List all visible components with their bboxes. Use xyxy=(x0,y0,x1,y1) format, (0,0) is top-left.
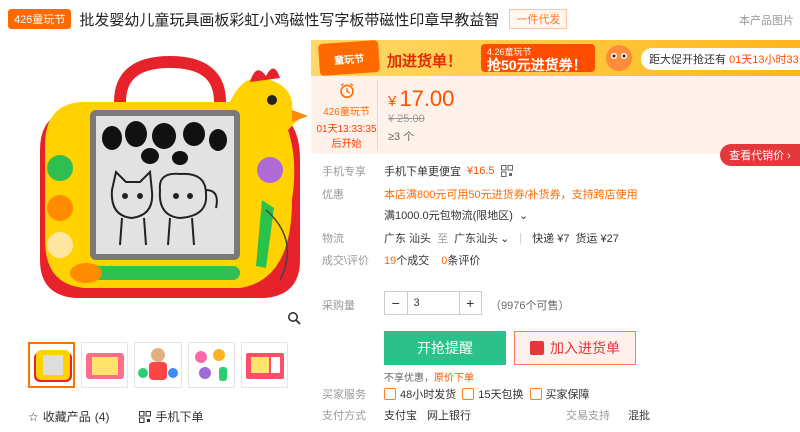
service-buyer-protection[interactable]: 买家保障 xyxy=(529,386,590,402)
qr-code-icon[interactable] xyxy=(500,165,513,177)
dropship-badge[interactable]: 一件代发 xyxy=(509,9,568,29)
mobile-label: 手机专享 xyxy=(322,166,366,178)
deals-link[interactable]: 19个成交 xyxy=(384,252,429,268)
product-image-link[interactable]: 本产品图片 xyxy=(739,12,794,28)
mobile-exclusive-row: 手机专享 手机下单更便宜 ¥16.5 xyxy=(322,163,513,179)
promo-banner[interactable]: 童玩节 加进货单！ 4.26童玩节 抢50元进货券！ 距大促开抢还有 01天13… xyxy=(311,40,800,76)
cart-icon xyxy=(530,341,544,355)
price-panel xyxy=(311,76,800,154)
alarm-clock-icon xyxy=(339,83,354,99)
quantity-increase-button[interactable]: + xyxy=(460,292,482,314)
promo-main-text: 加进货单！ xyxy=(387,53,463,70)
quantity-input[interactable]: 3 xyxy=(406,292,460,314)
mascot-icon xyxy=(606,45,632,71)
original-price: ¥ 25.00 xyxy=(388,113,425,125)
exchange-icon xyxy=(462,388,475,400)
free-shipping-text: 满1000.0元包物流(限地区) xyxy=(384,210,513,222)
service-15d-exchange[interactable]: 15天包换 xyxy=(462,386,524,402)
collect-count: (4) xyxy=(94,409,110,424)
mobile-text: 手机下单更便宜 xyxy=(384,166,461,178)
sale-reminder-button[interactable]: 开抢提醒 xyxy=(384,331,506,365)
deals-label: 成交\评价 xyxy=(322,255,370,267)
freight-fee: 货运 ¥27 xyxy=(575,233,619,245)
express-fee: 快递 ¥7 xyxy=(532,233,570,245)
buyer-services-row: 买家服务 48小时发货 15天包换 买家保障 xyxy=(322,386,590,402)
payment-alipay: 支付宝 xyxy=(384,410,417,422)
original-price-note: 不享优惠，原价下单 xyxy=(384,373,474,384)
mobile-price: ¥16.5 xyxy=(467,165,495,177)
title-row: 426童玩节 批发婴幼儿童玩具画板彩虹小鸡磁性写字板带磁性印章早教益智 一件代发 xyxy=(0,0,800,38)
original-price-order-link[interactable]: 原价下单 xyxy=(434,373,474,384)
view-agent-price-button[interactable]: 查看代销价 › xyxy=(720,144,800,166)
star-icon: ☆ xyxy=(28,409,39,424)
thumbnail-3[interactable] xyxy=(134,342,182,388)
ship-to-dropdown[interactable]: 广东汕头 ⌄ xyxy=(454,230,509,246)
trade-support-value: 混批 xyxy=(628,410,650,422)
thumbnail-1[interactable] xyxy=(28,342,76,388)
sale-countdown-box: 426童玩节 01天13:33:35 后开始 xyxy=(316,80,378,150)
payment-online-bank: 网上银行 xyxy=(427,410,471,422)
coupon-label: 优惠 xyxy=(322,189,344,201)
festival-tag: 426童玩节 xyxy=(8,9,72,29)
drawing-board-toy-image xyxy=(40,55,308,298)
thumbnail-strip xyxy=(28,342,288,388)
gallery-actions: ☆ 收藏产品 (4) 手机下单 xyxy=(28,408,203,425)
shield-icon xyxy=(529,388,542,400)
mobile-order-label: 手机下单 xyxy=(155,410,204,424)
sale-start: 后开始 xyxy=(331,139,362,150)
quantity-decrease-button[interactable]: − xyxy=(385,292,407,314)
zoom-icon[interactable] xyxy=(282,306,306,330)
free-shipping-row[interactable]: 满1000.0元包物流(限地区) ⌄ xyxy=(384,207,528,223)
shipping-row: 物流 广东 汕头 至 广东汕头 ⌄ | 快递 ¥7 货运 ¥27 xyxy=(322,230,619,246)
stock-available: （9976个可售） xyxy=(490,300,570,312)
thumbnail-2[interactable] xyxy=(81,342,129,388)
trade-support: 交易支持 混批 xyxy=(566,407,650,423)
festival-badge: 童玩节 xyxy=(317,40,381,76)
promo-countdown: 距大促开抢还有 01天13小时33分35秒 xyxy=(641,48,800,70)
services-label: 买家服务 xyxy=(322,389,366,401)
quantity-label: 采购量 xyxy=(322,300,355,312)
current-price: ¥17.00 xyxy=(388,86,455,111)
collect-product-link[interactable]: ☆ 收藏产品 (4) xyxy=(28,408,109,425)
main-product-image[interactable] xyxy=(30,40,310,330)
mobile-order-link[interactable]: 手机下单 xyxy=(139,408,203,425)
shipping-icon xyxy=(384,388,396,400)
quantity-stepper[interactable]: − 3 + xyxy=(384,291,482,315)
deals-reviews-row: 成交\评价 19个成交 0条评价 xyxy=(322,252,480,268)
coupon-row: 优惠 本店满800元可用50元进货券/补货券，支持跨店使用 xyxy=(322,186,638,202)
quantity-row: 采购量 xyxy=(322,297,384,313)
sale-tag: 426童玩节 xyxy=(323,107,370,118)
payment-row: 支付方式 支付宝 网上银行 xyxy=(322,407,471,423)
add-to-cart-button[interactable]: 加入进货单 xyxy=(514,331,636,365)
sale-time: 01天13:33:35 xyxy=(316,124,377,135)
qr-icon xyxy=(139,410,152,423)
service-48h-shipping[interactable]: 48小时发货 xyxy=(384,386,456,402)
payment-label: 支付方式 xyxy=(322,410,366,422)
chevron-down-icon: ⌄ xyxy=(518,209,529,222)
chevron-down-icon: ⌄ xyxy=(500,232,510,245)
trade-support-label: 交易支持 xyxy=(566,410,610,422)
thumbnail-5[interactable] xyxy=(240,342,288,388)
reviews-link[interactable]: 0条评价 xyxy=(441,252,480,268)
min-order-quantity: ≥3 个 xyxy=(388,131,415,143)
ship-to-word: 至 xyxy=(437,233,449,245)
coupon-text[interactable]: 本店满800元可用50元进货券/补货券，支持跨店使用 xyxy=(384,186,638,202)
product-title: 批发婴幼儿童玩具画板彩虹小鸡磁性写字板带磁性印章早教益智 xyxy=(79,11,500,29)
shipping-label: 物流 xyxy=(322,233,344,245)
ship-from: 广东 汕头 xyxy=(384,233,432,245)
thumbnail-4[interactable] xyxy=(187,342,235,388)
collect-label: 收藏产品 xyxy=(42,410,91,424)
coupon-promo-box: 4.26童玩节 抢50元进货券！ xyxy=(481,44,595,73)
